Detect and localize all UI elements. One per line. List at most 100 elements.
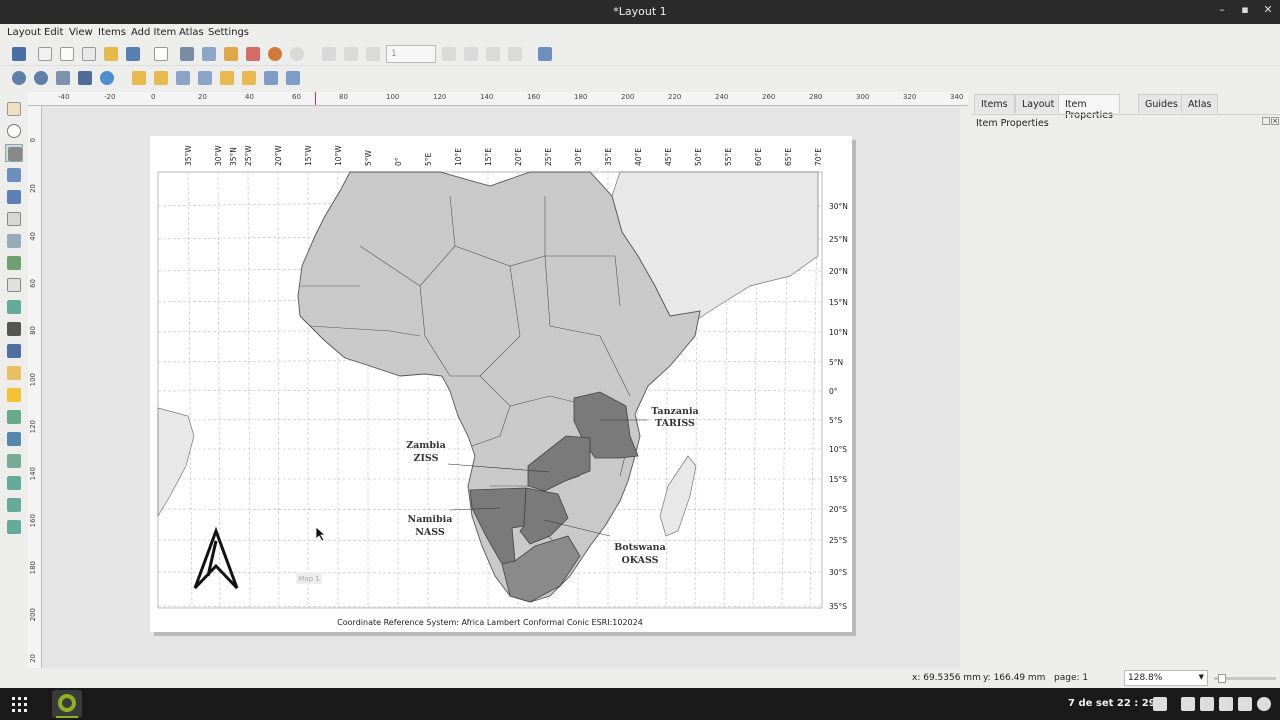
export-pdf-button[interactable] xyxy=(244,45,262,63)
float-panel-icon[interactable] xyxy=(1262,117,1270,125)
align-left-button[interactable] xyxy=(240,69,258,87)
resize-icon xyxy=(286,71,300,85)
notifications-off-icon[interactable] xyxy=(1153,697,1167,711)
add-picture-tool[interactable] xyxy=(5,254,23,272)
add-north-arrow-tool[interactable] xyxy=(5,342,23,360)
print-button[interactable] xyxy=(178,45,196,63)
save-template-button[interactable] xyxy=(124,45,142,63)
microphone-icon[interactable] xyxy=(1238,697,1252,711)
next-feature-button[interactable] xyxy=(440,45,458,63)
close-panel-icon[interactable]: × xyxy=(1271,117,1279,125)
add-label-tool[interactable] xyxy=(5,276,23,294)
zoom-out-button[interactable] xyxy=(32,69,50,87)
add-html-tool[interactable] xyxy=(5,452,23,470)
distribute-button[interactable] xyxy=(262,69,280,87)
add-map-tool[interactable] xyxy=(5,210,23,228)
maximize-button[interactable]: ▪ xyxy=(1237,3,1253,19)
tab-items[interactable]: Items xyxy=(974,94,1015,113)
menu-view[interactable]: View xyxy=(69,27,93,38)
new-layout-button[interactable] xyxy=(36,45,54,63)
canvas-scrollbar[interactable] xyxy=(960,106,968,668)
menu-edit[interactable]: Edit xyxy=(44,27,63,38)
save-button[interactable] xyxy=(10,45,28,63)
ruler-tick-label: 240 xyxy=(715,93,729,101)
layout-canvas[interactable]: Tanzania TARISS Zambia ZISS Namibia NASS… xyxy=(42,106,960,668)
export-svg-button[interactable] xyxy=(222,45,240,63)
raise-items-button[interactable] xyxy=(130,69,148,87)
zoom-combobox[interactable]: 128.8% ▼ xyxy=(1124,670,1208,686)
battery-icon[interactable] xyxy=(1200,697,1214,711)
tab-layout[interactable]: Layout xyxy=(1015,94,1062,113)
lower-items-button[interactable] xyxy=(152,69,170,87)
atlas-settings-button[interactable] xyxy=(320,45,338,63)
lon-label: 60°E xyxy=(754,148,763,166)
lock-items-button[interactable] xyxy=(218,69,236,87)
select-move-tool[interactable] xyxy=(5,144,23,162)
tab-atlas[interactable]: Atlas xyxy=(1181,94,1219,113)
duplicate-layout-button[interactable] xyxy=(58,45,76,63)
first-feature-button[interactable] xyxy=(342,45,360,63)
add-3d-map-tool[interactable] xyxy=(5,232,23,250)
add-elevation-profile-tool[interactable] xyxy=(5,518,23,536)
close-button[interactable]: ✕ xyxy=(1260,3,1276,19)
label-zambia: Zambia xyxy=(406,440,446,451)
new-report-button[interactable] xyxy=(152,45,170,63)
map-item[interactable]: Tanzania TARISS Zambia ZISS Namibia NASS… xyxy=(150,136,852,632)
menu-add-item[interactable]: Add Item xyxy=(131,27,176,38)
move-content-tool[interactable] xyxy=(5,166,23,184)
previous-feature-button[interactable] xyxy=(364,45,382,63)
add-attribute-table-tool[interactable] xyxy=(5,474,23,492)
ungroup-button[interactable] xyxy=(196,69,214,87)
lon-label: 25°W xyxy=(244,145,253,166)
zoom-tool[interactable] xyxy=(5,122,23,140)
menu-items[interactable]: Items xyxy=(98,27,126,38)
add-fixed-table-tool[interactable] xyxy=(5,496,23,514)
add-polyline-tool[interactable] xyxy=(5,430,23,448)
atlas-preview-button[interactable] xyxy=(536,45,554,63)
layout-manager-button[interactable] xyxy=(80,45,98,63)
add-shape-tool[interactable] xyxy=(5,364,23,382)
tab-item-properties[interactable]: Item Properties xyxy=(1058,94,1120,121)
preview-icon xyxy=(538,47,552,61)
ruler-tick-label: 80 xyxy=(29,326,37,335)
add-legend-tool[interactable] xyxy=(5,298,23,316)
layout-page[interactable]: Tanzania TARISS Zambia ZISS Namibia NASS… xyxy=(150,136,852,632)
volume-icon[interactable] xyxy=(1219,697,1233,711)
taskbar-qgis-app[interactable] xyxy=(52,690,82,718)
export-image-button[interactable] xyxy=(200,45,218,63)
network-icon[interactable] xyxy=(1181,697,1195,711)
open-template-button[interactable] xyxy=(102,45,120,63)
atlas-page-spinbox[interactable]: 1 xyxy=(386,45,436,63)
edit-nodes-tool[interactable] xyxy=(5,188,23,206)
zoom-full-button[interactable] xyxy=(76,69,94,87)
add-marker-tool[interactable] xyxy=(5,386,23,404)
pan-tool[interactable] xyxy=(5,100,23,118)
export-atlas-button[interactable] xyxy=(506,45,524,63)
ruler-tick-label: 40 xyxy=(245,93,254,101)
last-feature-button[interactable] xyxy=(462,45,480,63)
lat-label: 5°N xyxy=(829,358,843,367)
menu-settings[interactable]: Settings xyxy=(208,27,249,38)
zoom-slider-handle[interactable] xyxy=(1218,674,1226,683)
add-scalebar-tool[interactable] xyxy=(5,320,23,338)
zoom-in-button[interactable] xyxy=(10,69,28,87)
scalebar-icon xyxy=(7,322,21,336)
undo-button[interactable] xyxy=(266,45,284,63)
zoom-actual-button[interactable] xyxy=(54,69,72,87)
redo-button[interactable] xyxy=(288,45,306,63)
refresh-button[interactable] xyxy=(98,69,116,87)
app-launcher-icon[interactable] xyxy=(12,697,28,713)
system-clock[interactable]: 7 de set 22 : 29 xyxy=(1068,698,1156,709)
tab-guides[interactable]: Guides xyxy=(1138,94,1185,113)
print-atlas-button[interactable] xyxy=(484,45,502,63)
power-icon[interactable] xyxy=(1257,697,1271,711)
zoom-slider[interactable] xyxy=(1214,674,1276,683)
menu-layout[interactable]: Layout xyxy=(7,27,41,38)
menu-atlas[interactable]: Atlas xyxy=(179,27,204,38)
resize-button[interactable] xyxy=(284,69,302,87)
group-button[interactable] xyxy=(174,69,192,87)
minimize-button[interactable]: – xyxy=(1214,3,1230,19)
ruler-tick-label: 100 xyxy=(29,373,37,387)
lat-label: 30°S xyxy=(829,568,847,577)
add-arrow-tool[interactable] xyxy=(5,408,23,426)
